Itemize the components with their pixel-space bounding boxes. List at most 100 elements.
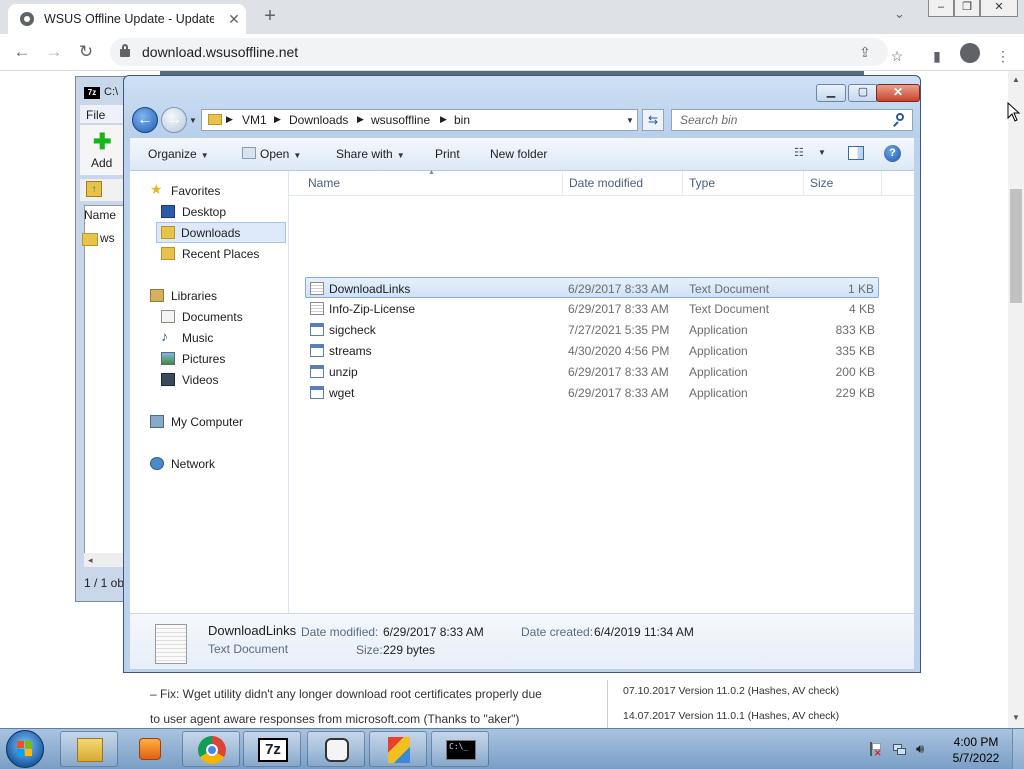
side-panel-icon[interactable]: ▮	[928, 47, 946, 65]
address-history-chevron-icon[interactable]: ▼	[626, 116, 634, 125]
reload-icon[interactable]: ↻	[76, 42, 96, 62]
file-name[interactable]: wget	[329, 386, 354, 400]
lock-icon[interactable]	[120, 44, 130, 57]
breadcrumb-arrow-icon[interactable]: ▶	[226, 114, 233, 125]
nav-my-computer[interactable]: My Computer	[150, 412, 307, 433]
breadcrumb-arrow-icon[interactable]: ▶	[357, 114, 364, 125]
search-icon[interactable]	[892, 113, 906, 127]
col-header-size[interactable]: Size	[810, 176, 833, 190]
explorer-window[interactable]: ▁ ▢ ✕ ← → ▼ ▶ VM1 ▶ Downloads ▶ wsusoffl…	[123, 75, 921, 673]
version-link[interactable]: 07.10.2017 Version 11.0.2 (Hashes, AV ch…	[623, 685, 839, 697]
back-arrow-icon[interactable]: ←	[132, 107, 158, 133]
browser-close-button[interactable]: ✕	[980, 0, 1018, 17]
url-text[interactable]: download.wsusoffline.net	[142, 44, 298, 60]
profile-icon[interactable]	[960, 43, 980, 63]
column-divider[interactable]	[682, 171, 683, 195]
forward-icon[interactable]: →	[44, 42, 64, 62]
maximize-button[interactable]: ▢	[848, 84, 878, 102]
col-header-type[interactable]: Type	[689, 176, 715, 190]
start-button[interactable]	[6, 730, 44, 768]
star-icon[interactable]: ☆	[888, 47, 906, 65]
add-plus-icon[interactable]: ✚	[93, 131, 111, 153]
folder-up-icon[interactable]: ↑	[86, 181, 102, 197]
menu-icon[interactable]: ⋮	[994, 47, 1012, 65]
show-desktop-button[interactable]	[1012, 729, 1024, 769]
back-icon[interactable]: ←	[12, 42, 32, 62]
file-row[interactable]: unzip 6/29/2017 8:33 AM Application 200 …	[289, 361, 879, 382]
action-center-icon[interactable]: ✕	[868, 742, 882, 758]
nav-favorites[interactable]: ★ Favorites	[150, 181, 307, 202]
taskbar-media-player-button[interactable]	[120, 731, 178, 767]
open-button[interactable]: Open ▼	[260, 147, 301, 161]
scroll-up-icon[interactable]: ▲	[1012, 75, 1020, 84]
page-scrollbar[interactable]: ▲ ▼	[1008, 71, 1024, 728]
col-header-name[interactable]: Name	[308, 176, 340, 190]
tab-close-icon[interactable]: ✕	[224, 9, 244, 29]
refresh-icon[interactable]: ⇆	[642, 109, 664, 131]
tab-search-chevron-icon[interactable]: ⌄	[894, 6, 905, 22]
breadcrumb-item[interactable]: VM1	[242, 113, 267, 127]
nav-libraries[interactable]: Libraries	[150, 286, 307, 307]
scroll-down-icon[interactable]: ▼	[1012, 713, 1020, 722]
nav-downloads[interactable]: Downloads	[156, 222, 286, 243]
file-row[interactable]: streams 4/30/2020 4:56 PM Application 33…	[289, 340, 879, 361]
taskbar-installer-button[interactable]	[369, 731, 427, 767]
column-divider[interactable]	[881, 171, 882, 195]
breadcrumb-arrow-icon[interactable]: ▶	[440, 114, 447, 125]
taskbar-7zip-button[interactable]: 7z	[243, 731, 301, 767]
address-bar[interactable]: download.wsusoffline.net ⇪	[110, 38, 888, 66]
clock-time[interactable]: 4:00 PM	[946, 735, 1006, 749]
7zip-add-button[interactable]: Add	[91, 156, 112, 170]
version-link[interactable]: 14.07.2017 Version 11.0.1 (Hashes, AV ch…	[623, 710, 839, 722]
file-list[interactable]: ▲ Name Date modified Type Size DownloadL…	[289, 169, 914, 613]
file-row[interactable]: Info-Zip-License 6/29/2017 8:33 AM Text …	[289, 298, 879, 319]
forward-arrow-icon[interactable]: →	[161, 107, 187, 133]
column-divider[interactable]	[803, 171, 804, 195]
chevron-down-icon[interactable]: ▼	[818, 148, 826, 157]
browser-minimize-button[interactable]: –	[928, 0, 954, 17]
search-placeholder[interactable]: Search bin	[680, 113, 737, 127]
browser-tab[interactable]: WSUS Offline Update - Update M ✕	[8, 4, 246, 34]
column-divider[interactable]	[562, 171, 563, 195]
file-row[interactable]: sigcheck 7/27/2021 5:35 PM Application 8…	[289, 319, 879, 340]
7zip-col-name[interactable]: Name	[84, 208, 116, 222]
browser-restore-button[interactable]: ❐	[954, 0, 980, 17]
nav-network[interactable]: Network	[150, 454, 307, 475]
col-header-date-modified[interactable]: Date modified	[569, 176, 643, 190]
new-tab-icon[interactable]: +	[258, 5, 282, 29]
open-icon[interactable]	[242, 147, 256, 159]
explorer-address-bar[interactable]: ▶ VM1 ▶ Downloads ▶ wsusoffline ▶ bin ▼	[201, 109, 638, 131]
scroll-thumb[interactable]	[1010, 189, 1022, 303]
breadcrumb-item[interactable]: bin	[454, 113, 470, 127]
recent-pages-chevron-icon[interactable]: ▼	[189, 116, 197, 125]
new-folder-button[interactable]: New folder	[490, 147, 547, 161]
file-row[interactable]: DownloadLinks 6/29/2017 8:33 AM Text Doc…	[305, 277, 879, 298]
volume-icon[interactable]: 🔊︎	[916, 742, 930, 756]
breadcrumb-item[interactable]: wsusoffline	[371, 113, 430, 127]
close-button[interactable]: ✕	[876, 84, 920, 102]
7zip-menu-file[interactable]: File	[86, 108, 105, 122]
taskbar-chrome-button[interactable]	[182, 731, 240, 767]
taskbar-app-button[interactable]	[307, 731, 365, 767]
7zip-list-item[interactable]: ws	[100, 231, 115, 245]
breadcrumb-item[interactable]: Downloads	[289, 113, 348, 127]
taskbar-explorer-button[interactable]	[60, 731, 118, 767]
file-name[interactable]: DownloadLinks	[329, 282, 410, 296]
file-name[interactable]: streams	[329, 344, 372, 358]
minimize-button[interactable]: ▁	[816, 84, 846, 102]
view-options-icon[interactable]: ☷	[794, 147, 808, 159]
organize-button[interactable]: Organize ▼	[148, 147, 209, 161]
taskbar-cmd-button[interactable]: C:\_	[431, 731, 489, 767]
network-tray-icon[interactable]	[892, 742, 906, 756]
preview-pane-icon[interactable]	[848, 146, 864, 160]
share-with-button[interactable]: Share with ▼	[336, 147, 405, 161]
breadcrumb-arrow-icon[interactable]: ▶	[274, 114, 281, 125]
share-icon[interactable]: ⇪	[856, 43, 874, 61]
file-name[interactable]: unzip	[329, 365, 358, 379]
file-name[interactable]: sigcheck	[329, 323, 376, 337]
clock-date[interactable]: 5/7/2022	[946, 751, 1006, 765]
file-name[interactable]: Info-Zip-License	[329, 302, 415, 316]
search-input[interactable]: Search bin	[671, 109, 913, 131]
file-row[interactable]: wget 6/29/2017 8:33 AM Application 229 K…	[289, 382, 879, 403]
help-icon[interactable]: ?	[884, 145, 901, 162]
